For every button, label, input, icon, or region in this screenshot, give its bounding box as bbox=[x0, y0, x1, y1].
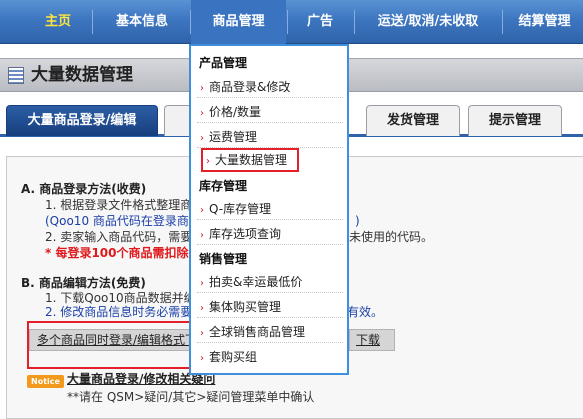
notice-badge: Notice bbox=[27, 375, 64, 388]
product-management-dropdown: 产品管理 › 商品登录&修改 › 价格/数量 › 运费管理 › 大量数据管理 库存管理 … bbox=[189, 44, 349, 375]
section-b-heading: B. 商品编辑方法(免费) bbox=[21, 276, 146, 290]
tab-notice-management[interactable]: 提示管理 bbox=[468, 105, 562, 136]
section-a-line2: (Qoo10 商品代码在登录商 bbox=[45, 214, 189, 228]
chevron-right-icon: › bbox=[206, 156, 210, 167]
section-a-line2-tail: ) bbox=[355, 214, 360, 228]
dropdown-item-bundle[interactable]: › 套购买组 bbox=[197, 346, 343, 368]
section-a-line1: 1. 根据登录文件格式整理商 bbox=[45, 198, 193, 212]
tab-shipping-management[interactable]: 发货管理 bbox=[366, 105, 460, 136]
dropdown-item-inventory-option[interactable]: › 库存选项查询 bbox=[197, 223, 343, 245]
section-b-line2: 2. 修改商品信息时务必需要 bbox=[45, 305, 193, 319]
chevron-right-icon: › bbox=[200, 83, 204, 94]
nav-advertising[interactable]: 广告 bbox=[288, 0, 352, 44]
section-a-heading: A. 商品登录方法(收费) bbox=[21, 182, 147, 196]
chevron-right-icon: › bbox=[200, 230, 204, 241]
section-b-line1: 1. 下载Qoo10商品数据并编 bbox=[45, 291, 196, 305]
chevron-right-icon: › bbox=[200, 328, 204, 339]
dropdown-item-auction[interactable]: › 拍卖&幸运最低价 bbox=[197, 271, 343, 293]
nav-settlement[interactable]: 结算管理 bbox=[506, 0, 583, 44]
chevron-right-icon: › bbox=[200, 133, 204, 144]
dropdown-item-group-buy[interactable]: › 集体购买管理 bbox=[197, 296, 343, 318]
section-a-line3-tail: 未使用的代码。 bbox=[349, 230, 434, 244]
chevron-right-icon: › bbox=[200, 205, 204, 216]
format-button-highlight bbox=[27, 321, 195, 369]
dropdown-group-product: 产品管理 bbox=[199, 56, 248, 70]
nav-product-management[interactable]: 商品管理 bbox=[191, 0, 286, 44]
chevron-right-icon: › bbox=[200, 108, 204, 119]
nav-divider bbox=[502, 10, 503, 34]
nav-divider bbox=[354, 10, 355, 34]
chevron-right-icon: › bbox=[200, 353, 204, 364]
dropdown-item-q-inventory[interactable]: › Q-库存管理 bbox=[197, 198, 343, 220]
nav-basic-info[interactable]: 基本信息 bbox=[96, 0, 188, 44]
dropdown-item-register-edit[interactable]: › 商品登录&修改 bbox=[197, 76, 343, 98]
chevron-right-icon: › bbox=[200, 278, 204, 289]
dropdown-item-global-sales[interactable]: › 全球销售商品管理 bbox=[197, 321, 343, 343]
nav-home[interactable]: 主页 bbox=[26, 0, 90, 44]
page-title: 大量数据管理 bbox=[31, 65, 133, 85]
chevron-right-icon: › bbox=[200, 303, 204, 314]
dropdown-group-inventory: 库存管理 bbox=[199, 179, 248, 193]
section-a-line3: 2. 卖家输入商品代码，需要 bbox=[45, 230, 193, 244]
nav-divider bbox=[92, 10, 93, 34]
dropdown-item-bulk-data[interactable]: › 大量数据管理 bbox=[201, 148, 299, 172]
download-button[interactable]: 下载 bbox=[349, 329, 395, 351]
tab-bulk-register-edit[interactable]: 大量商品登录/编辑 bbox=[6, 105, 158, 136]
dropdown-item-price-quantity[interactable]: › 价格/数量 bbox=[197, 101, 343, 123]
notice-text: **请在 QSM>疑问/其它>疑问管理菜单中确认 bbox=[67, 390, 315, 404]
list-icon bbox=[8, 67, 24, 84]
top-navigation: 主页 基本信息 商品管理 广告 运送/取消/未收取 结算管理 bbox=[0, 0, 583, 44]
dropdown-group-sales: 销售管理 bbox=[199, 252, 248, 266]
dropdown-item-shipping-fee[interactable]: › 运费管理 bbox=[197, 126, 343, 148]
section-b-line2-tail: 有效。 bbox=[347, 305, 384, 319]
section-a-warning: * 每登录100个商品需扣除 bbox=[45, 246, 189, 260]
nav-shipping-cancel[interactable]: 运送/取消/未收取 bbox=[356, 0, 500, 44]
